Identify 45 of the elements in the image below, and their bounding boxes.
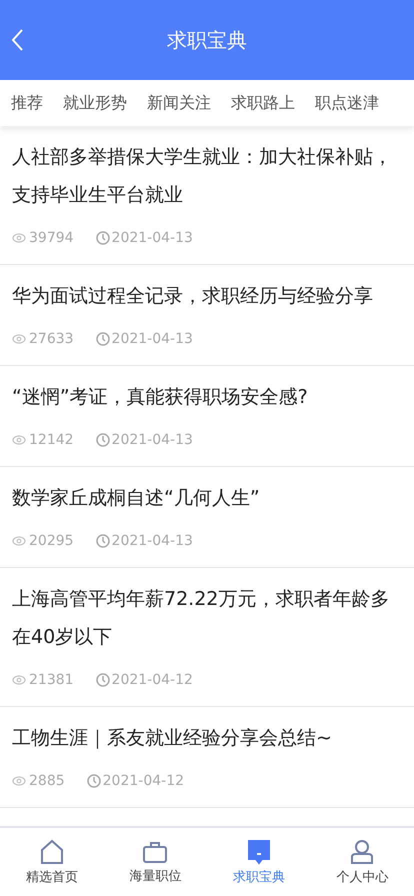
- view-count: 12142: [29, 432, 74, 448]
- view-count: 27633: [29, 331, 74, 347]
- category-tab[interactable]: 职点迷津: [315, 92, 379, 114]
- view-count: 20295: [29, 533, 74, 549]
- page-title: 求职宝典: [167, 26, 247, 54]
- nav-item[interactable]: 个人中心: [310, 828, 414, 896]
- publish-date: 2021-04-12: [112, 672, 193, 688]
- nav-item[interactable]: 精选首页: [0, 828, 104, 896]
- briefcase-icon: [142, 840, 168, 864]
- article-title[interactable]: 工物生涯｜系友就业经验分享会总结~: [12, 719, 402, 757]
- article-title[interactable]: 上海高管平均年薪72.22万元，求职者年龄多在40岁以下: [12, 580, 402, 656]
- category-tab[interactable]: 新闻关注: [147, 92, 211, 114]
- clock-icon: [96, 332, 110, 346]
- eye-icon: [12, 435, 26, 445]
- eye-icon: [12, 536, 26, 546]
- view-count: 21381: [29, 672, 74, 688]
- nav-item[interactable]: 求职宝典: [207, 828, 310, 896]
- back-icon[interactable]: [10, 28, 24, 52]
- person-icon: [350, 838, 374, 864]
- category-tab[interactable]: 求职路上: [231, 92, 295, 114]
- publish-date: 2021-04-13: [112, 331, 193, 347]
- article-title[interactable]: “迷惘”考证，真能获得职场安全感?: [12, 378, 402, 416]
- clock-icon: [96, 673, 110, 687]
- clock-icon: [86, 774, 101, 788]
- publish-date: 2021-04-13: [112, 533, 193, 549]
- eye-icon: [12, 776, 26, 786]
- clock-icon: [96, 534, 110, 548]
- eye-icon: [12, 675, 26, 685]
- category-tab[interactable]: 推荐: [11, 92, 43, 114]
- publish-date: 2021-04-13: [112, 230, 193, 246]
- eye-icon: [12, 233, 26, 243]
- article-title[interactable]: 人社部多举措保大学生就业：加大社保补贴，支持毕业生平台就业: [12, 138, 402, 214]
- bookmark-icon: [246, 838, 271, 864]
- category-tab[interactable]: 就业形势: [63, 92, 127, 114]
- view-count: 2885: [29, 773, 65, 789]
- publish-date: 2021-04-13: [112, 432, 193, 448]
- view-count: 39794: [29, 230, 74, 246]
- eye-icon: [12, 334, 26, 344]
- nav-item[interactable]: 海量职位: [104, 828, 207, 896]
- home-icon: [40, 838, 64, 864]
- article-title[interactable]: 数学家丘成桐自述“几何人生”: [12, 479, 402, 517]
- clock-icon: [96, 231, 110, 245]
- article-title[interactable]: 华为面试过程全记录，求职经历与经验分享: [12, 277, 402, 315]
- publish-date: 2021-04-12: [102, 773, 184, 789]
- clock-icon: [96, 433, 110, 447]
